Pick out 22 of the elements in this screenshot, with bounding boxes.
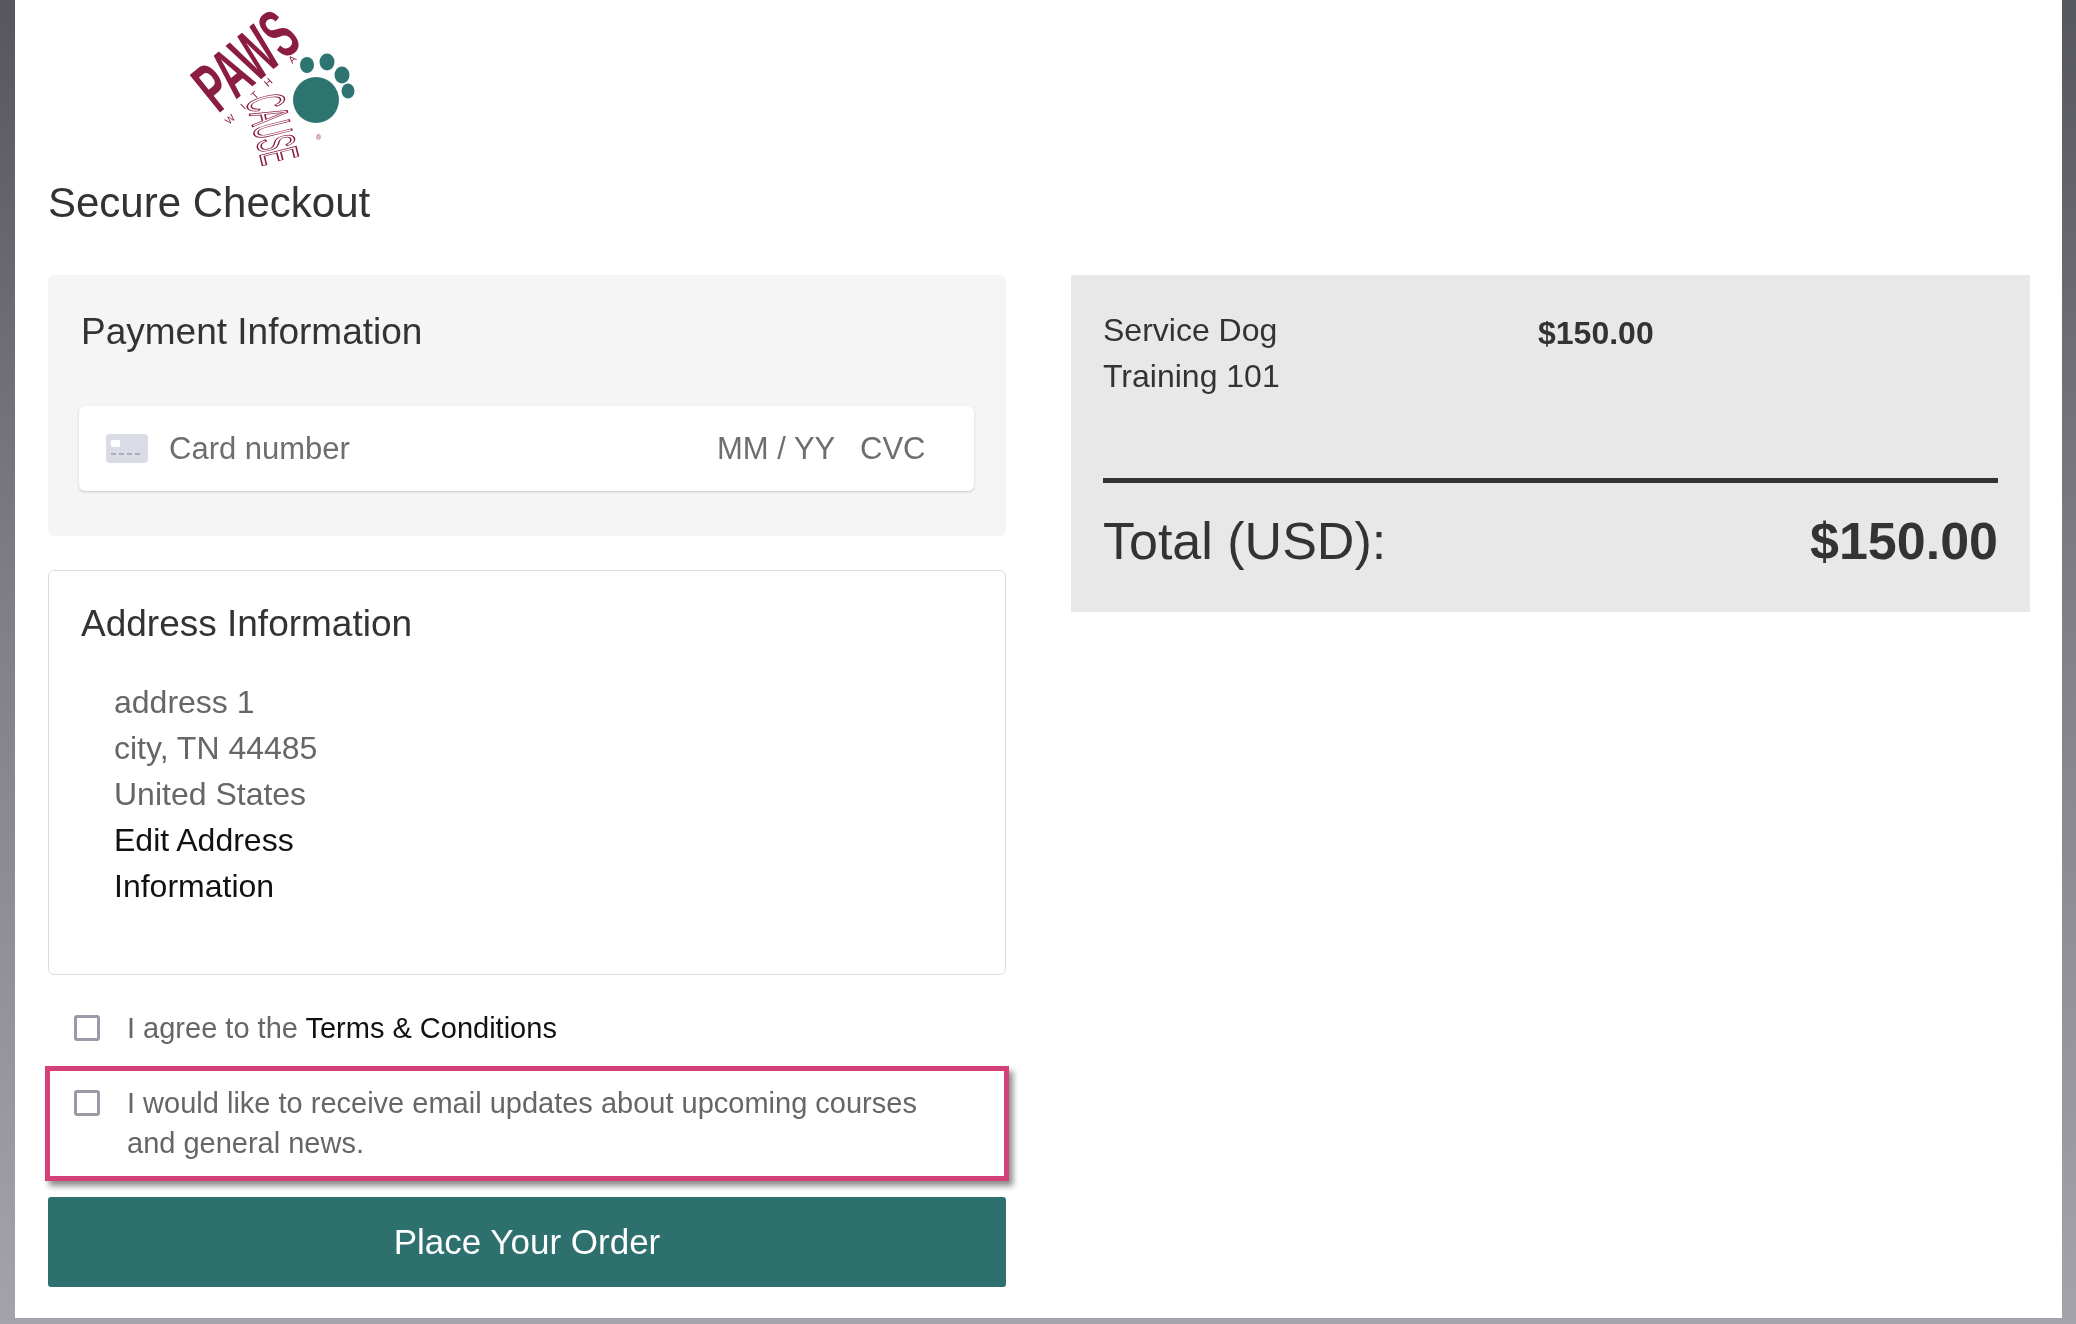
section-title: Address Information — [81, 602, 413, 646]
cvc-input[interactable]: CVC — [860, 428, 940, 469]
item-name: Service Dog Training 101 — [1103, 311, 1281, 396]
address-line: United States — [114, 775, 307, 814]
terms-link[interactable]: Terms & Conditions — [305, 1012, 557, 1044]
page-title: Secure Checkout — [48, 178, 371, 228]
edit-address-link[interactable]: Edit Address Information — [114, 817, 344, 909]
credit-card-icon — [106, 434, 148, 463]
consent-label: I would like to receive email updates about upcoming courses and general news. — [127, 1086, 918, 1161]
place-order-button[interactable]: Place Your Order — [48, 1197, 1006, 1287]
address-line: address 1 — [114, 683, 255, 722]
checkbox[interactable] — [74, 1090, 100, 1116]
card-field[interactable]: Card number MM / YY CVC — [79, 406, 974, 491]
total-amount: $150.00 — [1810, 511, 1998, 572]
item-price: $150.00 — [1538, 314, 1654, 353]
card-number-input[interactable]: Card number — [169, 428, 717, 469]
section-title: Payment Information — [81, 310, 423, 354]
address-line: city, TN 44485 — [114, 729, 318, 768]
checkbox[interactable] — [74, 1015, 100, 1041]
consent-label: I agree to the Terms & Conditions — [127, 1011, 557, 1046]
total-label: Total (USD): — [1103, 511, 1387, 572]
expiry-input[interactable]: MM / YY — [717, 428, 841, 469]
